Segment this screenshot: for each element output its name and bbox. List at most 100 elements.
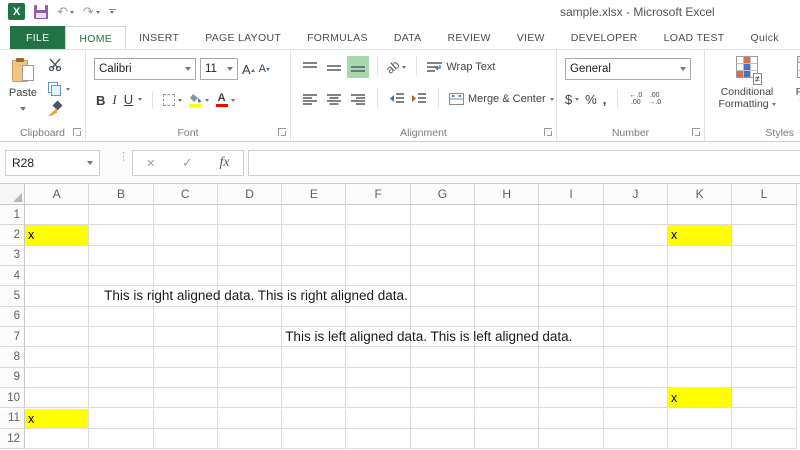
cell-I6[interactable] — [539, 307, 603, 327]
cell-E10[interactable] — [282, 388, 346, 408]
cell-A12[interactable] — [25, 429, 89, 449]
cell-K8[interactable] — [668, 347, 732, 367]
highlighted-cell-K10[interactable]: x — [668, 388, 732, 408]
row-header-3[interactable]: 3 — [0, 246, 25, 266]
tab-quick[interactable]: Quick — [738, 26, 792, 49]
align-left-button[interactable] — [299, 88, 321, 110]
row-header-8[interactable]: 8 — [0, 347, 25, 367]
row-header-1[interactable]: 1 — [0, 205, 25, 225]
cell-B6[interactable] — [89, 307, 153, 327]
cell-I1[interactable] — [539, 205, 603, 225]
cell-E8[interactable] — [282, 347, 346, 367]
bold-button[interactable]: B — [96, 93, 105, 108]
cell-J8[interactable] — [604, 347, 668, 367]
cell-C1[interactable] — [154, 205, 218, 225]
row-header-11[interactable]: 11 — [0, 409, 25, 429]
cell-H11[interactable] — [475, 409, 539, 429]
cell-D12[interactable] — [218, 429, 282, 449]
align-center-button[interactable] — [323, 88, 345, 110]
cell-G1[interactable] — [411, 205, 475, 225]
cell-A10[interactable] — [25, 388, 89, 408]
cell-K4[interactable] — [668, 266, 732, 286]
column-header-I[interactable]: I — [539, 184, 603, 205]
cell-L5[interactable] — [732, 286, 796, 306]
cell-H5[interactable] — [475, 286, 539, 306]
cell-L8[interactable] — [732, 347, 796, 367]
cell-E3[interactable] — [282, 246, 346, 266]
cell-H4[interactable] — [475, 266, 539, 286]
excel-logo-icon[interactable]: X — [8, 3, 25, 20]
save-icon[interactable] — [34, 5, 48, 19]
cell-D7[interactable] — [218, 327, 282, 347]
cell-D3[interactable] — [218, 246, 282, 266]
tab-view[interactable]: VIEW — [504, 26, 558, 49]
tab-file[interactable]: FILE — [10, 26, 65, 49]
cell-H10[interactable] — [475, 388, 539, 408]
cell-I5[interactable] — [539, 286, 603, 306]
cell-K1[interactable] — [668, 205, 732, 225]
cell-E12[interactable] — [282, 429, 346, 449]
row-header-4[interactable]: 4 — [0, 266, 25, 286]
cell-C6[interactable] — [154, 307, 218, 327]
row-header-5[interactable]: 5 — [0, 286, 25, 306]
cell-J2[interactable] — [604, 225, 668, 245]
tab-insert[interactable]: INSERT — [126, 26, 192, 49]
cell-K3[interactable] — [668, 246, 732, 266]
decrease-indent-button[interactable] — [386, 88, 406, 110]
number-format-select[interactable]: General — [565, 58, 691, 80]
cell-A8[interactable] — [25, 347, 89, 367]
cell-G12[interactable] — [411, 429, 475, 449]
cell-F3[interactable] — [347, 246, 411, 266]
cell-F9[interactable] — [347, 368, 411, 388]
alignment-dialog-launcher-icon[interactable] — [544, 128, 552, 136]
format-as-table-button[interactable]: Form Tab — [783, 56, 800, 110]
cell-G4[interactable] — [411, 266, 475, 286]
fill-color-button[interactable] — [189, 93, 209, 107]
cell-F1[interactable] — [347, 205, 411, 225]
increase-indent-button[interactable] — [408, 88, 428, 110]
cell-E6[interactable] — [282, 307, 346, 327]
cell-D4[interactable] — [218, 266, 282, 286]
select-all-button[interactable] — [0, 184, 25, 205]
cell-E2[interactable] — [282, 225, 346, 245]
tab-data[interactable]: DATA — [381, 26, 435, 49]
align-bottom-button[interactable] — [347, 56, 369, 78]
cell-I3[interactable] — [539, 246, 603, 266]
cell-C3[interactable] — [154, 246, 218, 266]
cell-H12[interactable] — [475, 429, 539, 449]
clipboard-dialog-launcher-icon[interactable] — [73, 128, 81, 136]
merge-center-button[interactable]: Merge & Center — [449, 93, 554, 105]
tab-formulas[interactable]: FORMULAS — [294, 26, 381, 49]
cell-H8[interactable] — [475, 347, 539, 367]
cell-B9[interactable] — [89, 368, 153, 388]
cell-C11[interactable] — [154, 409, 218, 429]
cell-I12[interactable] — [539, 429, 603, 449]
cell-C12[interactable] — [154, 429, 218, 449]
cell-I2[interactable] — [539, 225, 603, 245]
cell-C10[interactable] — [154, 388, 218, 408]
highlighted-cell-A11[interactable]: x — [25, 409, 89, 429]
cell-B10[interactable] — [89, 388, 153, 408]
align-top-button[interactable] — [299, 56, 321, 78]
column-header-J[interactable]: J — [604, 184, 668, 205]
cell-H3[interactable] — [475, 246, 539, 266]
highlighted-cell-K2[interactable]: x — [668, 225, 732, 245]
cell-F2[interactable] — [347, 225, 411, 245]
increase-decimal-button[interactable]: ←.0 .00 — [629, 92, 642, 106]
copy-button[interactable] — [48, 82, 70, 96]
cell-J11[interactable] — [604, 409, 668, 429]
row-header-10[interactable]: 10 — [0, 388, 25, 408]
cell-G5[interactable] — [411, 286, 475, 306]
cell-K12[interactable] — [668, 429, 732, 449]
cell-B7[interactable] — [89, 327, 153, 347]
cell-B1[interactable] — [89, 205, 153, 225]
cell-I4[interactable] — [539, 266, 603, 286]
cell-B4[interactable] — [89, 266, 153, 286]
number-dialog-launcher-icon[interactable] — [692, 128, 700, 136]
cell-G10[interactable] — [411, 388, 475, 408]
cell-J1[interactable] — [604, 205, 668, 225]
column-header-E[interactable]: E — [282, 184, 346, 205]
cell-D8[interactable] — [218, 347, 282, 367]
column-header-L[interactable]: L — [732, 184, 796, 205]
cell-C4[interactable] — [154, 266, 218, 286]
